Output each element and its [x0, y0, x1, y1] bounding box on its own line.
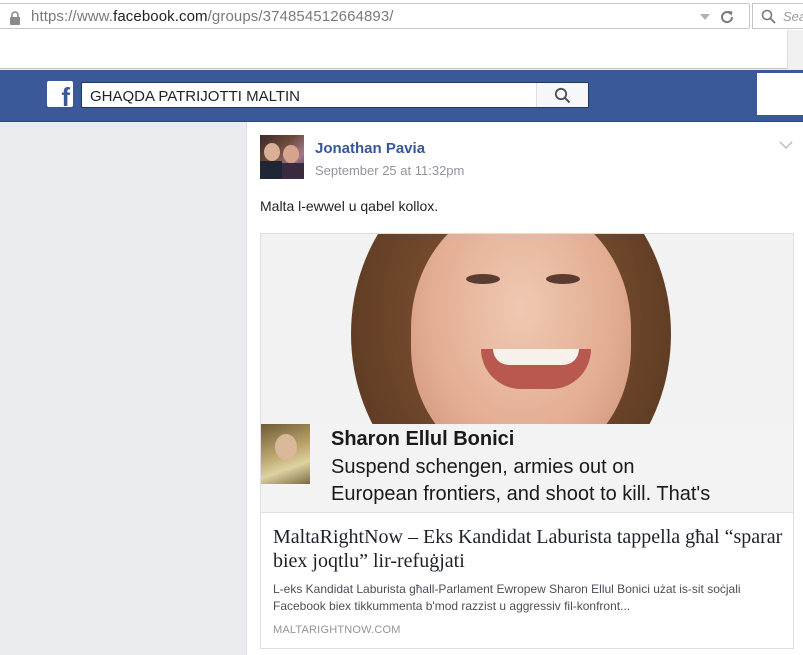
post-timestamp[interactable]: September 25 at 11:32pm — [315, 163, 464, 178]
scrollbar[interactable] — [787, 30, 803, 69]
search-icon — [554, 87, 571, 104]
link-preview[interactable]: Sharon Ellul Bonici Suspend schengen, ar… — [260, 233, 794, 649]
post-card: Jonathan Pavia September 25 at 11:32pm M… — [246, 122, 803, 655]
lock-icon — [10, 11, 20, 25]
search-input-value: GHAQDA PATRIJOTTI MALTIN — [90, 88, 301, 105]
quote-screenshot: Sharon Ellul Bonici Suspend schengen, ar… — [261, 424, 793, 512]
url-text: https://www.facebook.com/groups/37485451… — [31, 8, 394, 25]
address-bar[interactable]: https://www.facebook.com/groups/37485451… — [0, 3, 750, 29]
avatar[interactable] — [260, 135, 304, 179]
browser-toolbar: https://www.facebook.com/groups/37485451… — [0, 0, 803, 69]
facebook-logo-icon[interactable]: f — [47, 81, 73, 110]
post-text: Malta l-ewwel u qabel kollox. — [260, 198, 439, 214]
portrait-photo — [261, 234, 793, 424]
search-placeholder: Sea — [783, 9, 803, 24]
chevron-down-icon[interactable] — [779, 140, 793, 150]
search-button[interactable] — [536, 83, 588, 107]
chevron-down-icon[interactable] — [699, 13, 711, 21]
link-preview-body[interactable]: MaltaRightNow – Eks Kandidat Laburista t… — [261, 512, 793, 648]
reload-icon[interactable] — [719, 9, 735, 25]
search-icon — [761, 9, 776, 24]
header-right-panel[interactable] — [757, 73, 803, 115]
browser-search-box[interactable]: Sea — [752, 3, 803, 29]
link-description: L-eks Kandidat Laburista għall-Parlament… — [273, 582, 741, 613]
link-preview-image[interactable]: Sharon Ellul Bonici Suspend schengen, ar… — [261, 234, 793, 512]
facebook-header: f GHAQDA PATRIJOTTI MALTIN — [0, 70, 803, 122]
link-title[interactable]: MaltaRightNow – Eks Kandidat Laburista t… — [273, 525, 783, 573]
link-domain: MALTARIGHTNOW.COM — [273, 624, 401, 636]
quote-text-line: Suspend schengen, armies out on — [331, 456, 635, 478]
search-input[interactable]: GHAQDA PATRIJOTTI MALTIN — [81, 82, 589, 108]
quote-avatar — [261, 424, 310, 484]
quote-name: Sharon Ellul Bonici — [331, 428, 515, 450]
post-author-link[interactable]: Jonathan Pavia — [315, 140, 425, 157]
quote-text-line: European frontiers, and shoot to kill. T… — [331, 483, 711, 505]
